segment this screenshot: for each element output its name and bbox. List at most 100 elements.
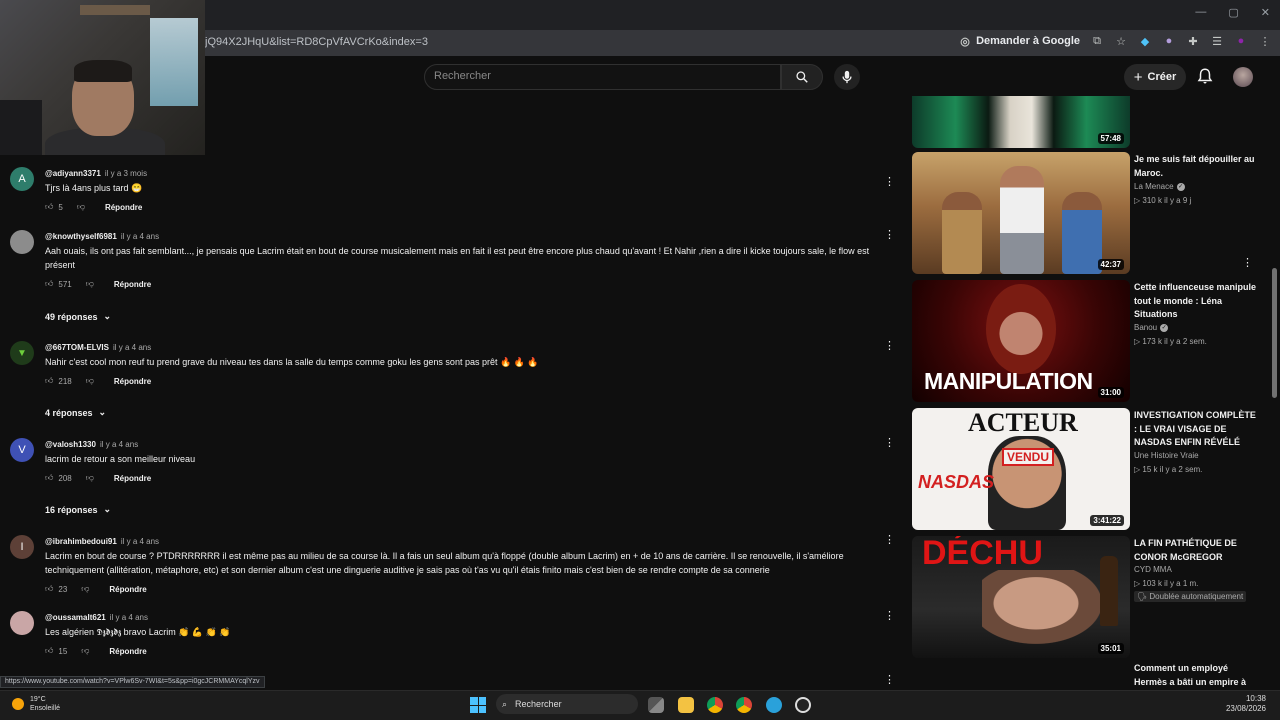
weather-widget[interactable]: 19°C Ensoleillé <box>12 695 60 713</box>
video-title[interactable]: LA FIN PATHÉTIQUE DE CONOR McGREGOR <box>1134 537 1259 564</box>
reply-button[interactable]: Répondre <box>114 280 151 289</box>
like-icon[interactable]: 👍︎ <box>45 202 53 212</box>
reply-button[interactable]: Répondre <box>105 203 142 212</box>
chrome-icon[interactable] <box>736 697 752 713</box>
file-explorer-icon[interactable] <box>678 697 694 713</box>
comment-time[interactable]: il y a 3 mois <box>105 169 147 178</box>
search-button[interactable] <box>781 64 823 90</box>
ask-google-button[interactable]: ◎ Demander à Google <box>958 34 1080 48</box>
dislike-icon[interactable]: 👎︎ <box>77 202 85 212</box>
comment-more-icon[interactable]: ⋮ <box>884 533 895 547</box>
like-count: 23 <box>58 584 68 594</box>
video-thumbnail[interactable]: MANIPULATION 31:00 <box>912 280 1130 402</box>
comment-avatar[interactable]: A <box>10 167 34 191</box>
comment-handle[interactable]: @667TOM-ELVIS <box>45 343 109 352</box>
clock-time: 10:38 <box>1245 694 1266 703</box>
ask-google-label: Demander à Google <box>976 35 1080 47</box>
comment-handle[interactable]: @valosh1330 <box>45 440 96 449</box>
video-title[interactable]: Comment un employé Hermès a bâti un empi… <box>1134 662 1259 689</box>
video-thumbnail[interactable]: DÉCHU 35:01 <box>912 536 1130 658</box>
video-channel[interactable]: CYD MMA <box>1134 565 1172 574</box>
chrome-dev-icon[interactable] <box>707 697 723 713</box>
show-replies-button[interactable]: 16 réponses ⌄ <box>45 504 111 515</box>
like-icon[interactable]: 👍︎ <box>45 473 53 483</box>
comment-more-icon[interactable]: ⋮ <box>884 175 895 189</box>
comment-more-icon[interactable]: ⋮ <box>884 673 895 687</box>
link-status-url: https://www.youtube.com/watch?v=VPlw6Sv-… <box>0 676 265 688</box>
comment-handle[interactable]: @knowthyself6981 <box>45 232 117 241</box>
video-channel[interactable]: Une Histoire Vraie <box>1134 451 1199 460</box>
browser-menu-icon[interactable]: ⋮ <box>1258 34 1272 48</box>
extensions-puzzle-icon[interactable]: ✚ <box>1186 34 1200 48</box>
comment-time[interactable]: il y a 4 ans <box>113 343 151 352</box>
reply-button[interactable]: Répondre <box>114 474 151 483</box>
comment-more-icon[interactable]: ⋮ <box>884 609 895 623</box>
dislike-icon[interactable]: 👎︎ <box>81 646 89 656</box>
task-view-icon[interactable] <box>648 697 664 713</box>
video-channel[interactable]: La Menace ✓ <box>1134 182 1185 191</box>
video-title[interactable]: Cette influenceuse manipule tout le mond… <box>1134 281 1259 322</box>
video-thumbnail[interactable]: 42:37 <box>912 152 1130 274</box>
comment-time[interactable]: il y a 4 ans <box>110 613 148 622</box>
video-duration: 3:41:22 <box>1090 515 1124 526</box>
show-replies-button[interactable]: 49 réponses ⌄ <box>45 311 111 322</box>
comment-avatar[interactable] <box>10 230 34 254</box>
telegram-icon[interactable] <box>766 697 782 713</box>
video-thumbnail[interactable]: ACTEUR VENDU NASDAS 3:41:22 <box>912 408 1130 530</box>
comment-time[interactable]: il y a 4 ans <box>121 232 159 241</box>
close-icon[interactable]: ✕ <box>1261 6 1270 19</box>
reply-button[interactable]: Répondre <box>109 647 146 656</box>
video-more-icon[interactable]: ⋮ <box>1242 256 1253 269</box>
video-title[interactable]: INVESTIGATION COMPLÈTE : LE VRAI VISAGE … <box>1134 409 1259 450</box>
dislike-icon[interactable]: 👎︎ <box>81 584 89 594</box>
minimize-icon[interactable]: — <box>1195 6 1206 19</box>
profile-icon[interactable]: ● <box>1234 34 1248 48</box>
like-icon[interactable]: 👍︎ <box>45 646 53 656</box>
extension-1-icon[interactable]: ◆ <box>1138 34 1152 48</box>
dislike-icon[interactable]: 👎︎ <box>86 473 94 483</box>
windows-start-icon[interactable] <box>470 697 486 713</box>
like-icon[interactable]: 👍︎ <box>45 584 53 594</box>
obs-icon[interactable] <box>795 697 811 713</box>
comment-meta: @ibrahimbedoui91 il y a 4 ans <box>45 537 159 546</box>
reading-list-icon[interactable]: ☰ <box>1210 34 1224 48</box>
comment-avatar[interactable]: ▼ <box>10 341 34 365</box>
related-videos-sidebar: 57:48 42:37 Je me suis fait dépouiller a… <box>910 96 1266 690</box>
comment-more-icon[interactable]: ⋮ <box>884 436 895 450</box>
video-title[interactable]: Je me suis fait dépouiller au Maroc. <box>1134 153 1259 180</box>
comment-avatar[interactable]: V <box>10 438 34 462</box>
page-scrollbar-thumb[interactable] <box>1272 268 1277 398</box>
comment-avatar[interactable]: I <box>10 535 34 559</box>
url-text[interactable]: jQ94X2JHqU&list=RD8CpVfAVCrKo&index=3 <box>205 36 428 48</box>
video-thumbnail[interactable]: 57:48 <box>912 96 1130 148</box>
extension-2-icon[interactable]: ● <box>1162 34 1176 48</box>
reply-button[interactable]: Répondre <box>114 377 151 386</box>
maximize-icon[interactable]: ▢ <box>1228 6 1238 19</box>
notifications-bell-icon[interactable] <box>1196 67 1214 85</box>
auto-dubbed-badge: 🗣︎ Doublée automatiquement <box>1134 591 1247 602</box>
like-icon[interactable]: 👍︎ <box>45 376 53 386</box>
like-icon[interactable]: 👍︎ <box>45 279 53 289</box>
taskbar-search[interactable]: ⌕ Rechercher <box>496 694 638 714</box>
comment-handle[interactable]: @adiyann3371 <box>45 169 101 178</box>
account-avatar[interactable] <box>1233 67 1253 87</box>
reply-button[interactable]: Répondre <box>109 585 146 594</box>
show-replies-button[interactable]: 4 réponses ⌄ <box>45 407 106 418</box>
comment-handle[interactable]: @ibrahimbedoui91 <box>45 537 117 546</box>
comment-more-icon[interactable]: ⋮ <box>884 339 895 353</box>
voice-search-button[interactable] <box>834 64 860 90</box>
install-icon[interactable]: ⧉ <box>1090 34 1104 48</box>
dislike-icon[interactable]: 👎︎ <box>86 279 94 289</box>
comment-text: Les algérien 𝕯𝖟𝖉𝖟𝖉𝖟 bravo Lacrim 👏 💪 👏 👏 <box>45 627 231 637</box>
create-button[interactable]: + Créer <box>1124 64 1186 90</box>
comment-avatar[interactable] <box>10 611 34 635</box>
comment-time[interactable]: il y a 4 ans <box>100 440 138 449</box>
dislike-icon[interactable]: 👎︎ <box>86 376 94 386</box>
comment-handle[interactable]: @oussamalt621 <box>45 613 106 622</box>
bookmark-star-icon[interactable]: ☆ <box>1114 34 1128 48</box>
comment-time[interactable]: il y a 4 ans <box>121 537 159 546</box>
taskbar-clock[interactable]: 10:38 23/08/2026 <box>1226 694 1266 714</box>
video-channel[interactable]: Banou ✓ <box>1134 323 1169 332</box>
video-stats: ▷ 173 k il y a 2 sem. <box>1134 337 1207 346</box>
comment-more-icon[interactable]: ⋮ <box>884 228 895 242</box>
